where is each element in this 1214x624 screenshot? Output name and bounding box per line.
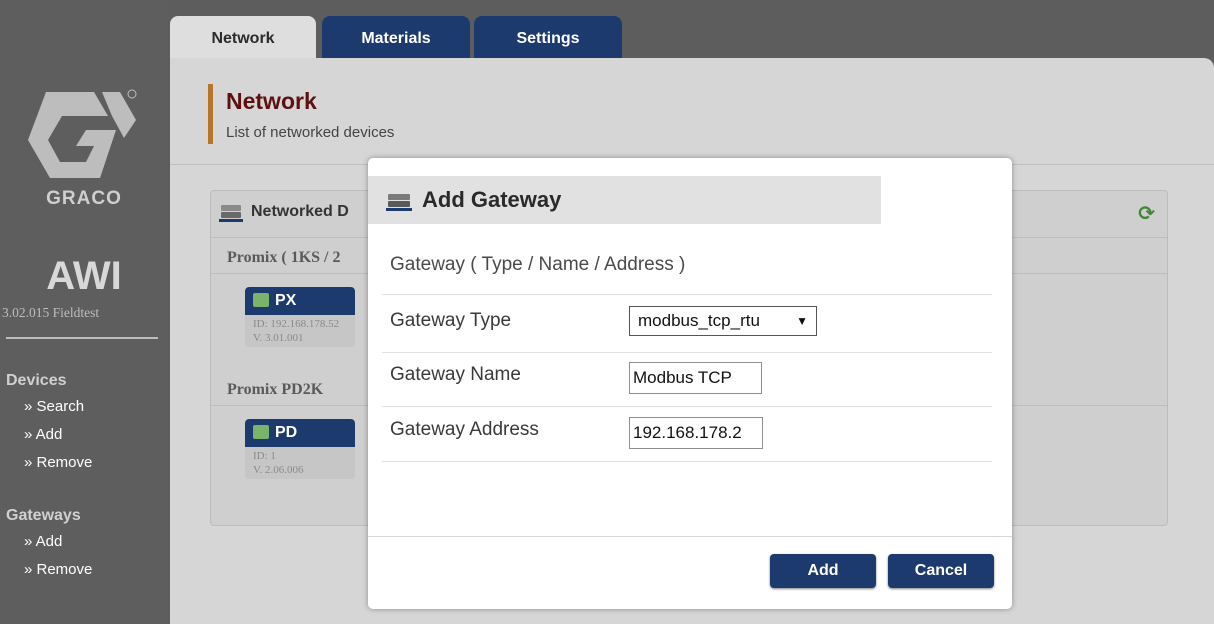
tab-network[interactable]: Network: [170, 16, 316, 58]
devices-remove-link[interactable]: » Remove: [24, 454, 92, 471]
row-divider: [382, 406, 992, 407]
gateway-type-value: modbus_tcp_rtu: [638, 311, 760, 330]
dialog-title: Add Gateway: [422, 187, 562, 212]
sidebar: GRACO AWI 3.02.015 Fieldtest Devices » S…: [0, 0, 168, 624]
gateway-type-label: Gateway Type: [390, 310, 512, 331]
app-version: 3.02.015 Fieldtest: [2, 305, 100, 320]
gateway-type-select[interactable]: modbus_tcp_rtu ▼: [629, 306, 817, 336]
brand-name: GRACO: [46, 188, 122, 209]
add-gateway-dialog: Add Gateway Gateway ( Type / Name / Addr…: [368, 158, 1012, 609]
refresh-icon[interactable]: ⟳: [1138, 201, 1155, 225]
dialog-header: Add Gateway: [368, 176, 881, 224]
gateways-heading: Gateways: [6, 507, 81, 524]
device-version: V. 3.01.001: [253, 332, 304, 344]
page-header: Network List of networked devices: [170, 58, 1214, 165]
device-id: ID: 1: [253, 450, 276, 462]
title-accent-bar: [208, 84, 213, 144]
device-version: V. 2.06.006: [253, 464, 304, 476]
devices-add-link[interactable]: » Add: [24, 426, 62, 443]
gateways-remove-link[interactable]: » Remove: [24, 561, 92, 578]
device-id: ID: 192.168.178.52: [253, 318, 340, 330]
gateway-icon: [386, 194, 412, 211]
device-tile-header: PX: [245, 287, 355, 315]
device-name: PX: [275, 292, 297, 309]
sidebar-divider: [6, 337, 158, 339]
gateway-name-label: Gateway Name: [390, 364, 521, 385]
add-button[interactable]: Add: [770, 554, 876, 588]
device-tile-pd[interactable]: PD ID: 1 V. 2.06.006: [245, 419, 355, 479]
graco-logo-icon: [28, 89, 137, 178]
devices-heading: Devices: [6, 372, 67, 389]
device-tile-header: PD: [245, 419, 355, 447]
dialog-footer-divider: [368, 536, 1012, 537]
app-name: AWI: [46, 254, 122, 298]
row-divider: [382, 461, 992, 462]
group-title: Promix ( 1KS / 2: [227, 249, 341, 266]
dialog-section-title: Gateway ( Type / Name / Address ): [390, 254, 686, 275]
box-title: Networked D: [251, 203, 349, 220]
row-divider: [382, 294, 992, 295]
devices-search-link[interactable]: » Search: [24, 398, 84, 415]
page-title: Network: [226, 88, 317, 114]
device-name: PD: [275, 424, 298, 441]
gateway-name-input[interactable]: Modbus TCP: [629, 362, 762, 394]
gateways-add-link[interactable]: » Add: [24, 533, 62, 550]
page-subtitle: List of networked devices: [226, 124, 395, 141]
server-icon: [219, 205, 243, 222]
row-divider: [382, 352, 992, 353]
device-tile-px[interactable]: PX ID: 192.168.178.52 V. 3.01.001: [245, 287, 355, 347]
cancel-button[interactable]: Cancel: [888, 554, 994, 588]
device-icon: [253, 425, 269, 439]
gateway-address-label: Gateway Address: [390, 419, 539, 440]
gateway-address-input[interactable]: 192.168.178.2: [629, 417, 763, 449]
tab-materials[interactable]: Materials: [322, 16, 470, 58]
group-title: Promix PD2K: [227, 381, 324, 398]
tab-settings[interactable]: Settings: [474, 16, 622, 58]
device-icon: [253, 293, 269, 307]
dropdown-arrow-icon: ▼: [796, 314, 808, 328]
